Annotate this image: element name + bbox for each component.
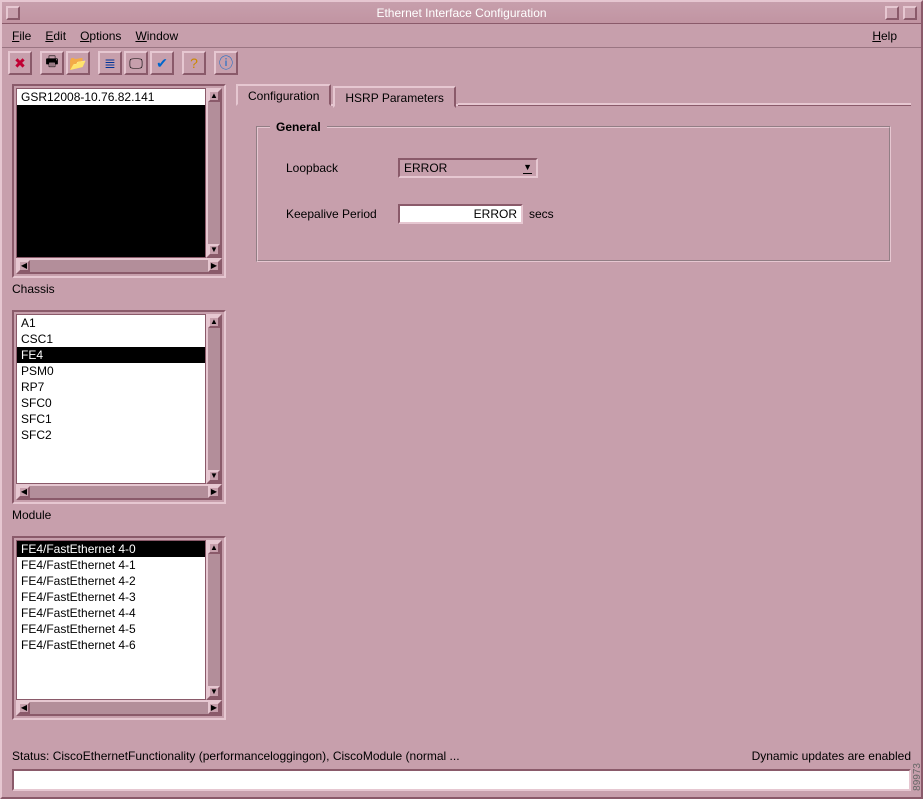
- menu-edit[interactable]: Edit: [45, 29, 66, 43]
- menu-window[interactable]: Window: [135, 29, 178, 43]
- toolbar-info-icon[interactable]: ⓘ: [214, 51, 238, 75]
- module-label: Module: [12, 508, 226, 522]
- interface-list[interactable]: FE4/FastEthernet 4-0FE4/FastEthernet 4-1…: [16, 540, 206, 700]
- list-item[interactable]: CSC1: [17, 331, 205, 347]
- keepalive-label: Keepalive Period: [278, 207, 398, 221]
- main-pane: Configuration HSRP Parameters General Lo…: [236, 84, 911, 741]
- app-window: Ethernet Interface Configuration File Ed…: [0, 0, 923, 799]
- list-item[interactable]: FE4/FastEthernet 4-6: [17, 637, 205, 653]
- status-updates: Dynamic updates are enabled: [752, 749, 911, 763]
- toolbar-monitor-icon[interactable]: 🖵: [124, 51, 148, 75]
- chassis-label: Chassis: [12, 282, 226, 296]
- toolbar-list-icon[interactable]: ≣: [98, 51, 122, 75]
- scrollbar-vertical[interactable]: ▲▼: [206, 314, 222, 484]
- interface-panel: FE4/FastEthernet 4-0FE4/FastEthernet 4-1…: [12, 536, 226, 720]
- list-item[interactable]: FE4/FastEthernet 4-2: [17, 573, 205, 589]
- menu-options[interactable]: Options: [80, 29, 121, 43]
- toolbar-check-icon[interactable]: ✔: [150, 51, 174, 75]
- tabs: Configuration HSRP Parameters: [236, 84, 911, 106]
- list-item[interactable]: FE4/FastEthernet 4-3: [17, 589, 205, 605]
- keepalive-field[interactable]: ERROR: [398, 204, 523, 224]
- scrollbar-vertical[interactable]: ▲▼: [206, 88, 222, 258]
- module-list[interactable]: A1CSC1FE4PSM0RP7SFC0SFC1SFC2: [16, 314, 206, 484]
- toolbar-exit-icon[interactable]: ✖: [8, 51, 32, 75]
- statusbar: Status: CiscoEthernetFunctionality (perf…: [2, 743, 921, 797]
- tab-hsrp[interactable]: HSRP Parameters: [333, 86, 455, 108]
- toolbar-help-icon[interactable]: ?: [182, 51, 206, 75]
- tab-configuration[interactable]: Configuration: [236, 84, 331, 106]
- status-text: Status: CiscoEthernetFunctionality (perf…: [12, 749, 752, 763]
- toolbar: ✖ 🖶 📂 ≣ 🖵 ✔ ? ⓘ: [2, 48, 921, 78]
- chevron-down-icon: ▼: [523, 162, 532, 174]
- list-item[interactable]: SFC2: [17, 427, 205, 443]
- list-item[interactable]: PSM0: [17, 363, 205, 379]
- window-menu-button[interactable]: [6, 6, 20, 20]
- image-code: 89973: [912, 763, 923, 791]
- loopback-dropdown[interactable]: ERROR ▼: [398, 158, 538, 178]
- chassis-list[interactable]: GSR12008-10.76.82.141: [16, 88, 206, 258]
- list-item[interactable]: SFC1: [17, 411, 205, 427]
- message-field[interactable]: [12, 769, 911, 791]
- general-group: General Loopback ERROR ▼ Keepalive Perio…: [256, 126, 891, 262]
- scrollbar-horizontal[interactable]: ◀▶: [16, 484, 222, 500]
- scrollbar-horizontal[interactable]: ◀▶: [16, 258, 222, 274]
- list-item[interactable]: RP7: [17, 379, 205, 395]
- titlebar: Ethernet Interface Configuration: [2, 2, 921, 24]
- toolbar-print-icon[interactable]: 🖶: [40, 51, 64, 75]
- menu-help[interactable]: Help: [872, 29, 897, 43]
- sidebar: GSR12008-10.76.82.141 ▲▼ ◀▶ Chassis A1CS…: [12, 84, 226, 741]
- loopback-value: ERROR: [404, 161, 447, 175]
- menu-file[interactable]: File: [12, 29, 31, 43]
- toolbar-open-icon[interactable]: 📂: [66, 51, 90, 75]
- list-item[interactable]: FE4/FastEthernet 4-5: [17, 621, 205, 637]
- scrollbar-vertical[interactable]: ▲▼: [206, 540, 222, 700]
- content: GSR12008-10.76.82.141 ▲▼ ◀▶ Chassis A1CS…: [2, 78, 921, 743]
- chassis-panel: GSR12008-10.76.82.141 ▲▼ ◀▶ Chassis: [12, 84, 226, 296]
- list-item[interactable]: A1: [17, 315, 205, 331]
- list-item[interactable]: FE4/FastEthernet 4-4: [17, 605, 205, 621]
- list-item[interactable]: FE4/FastEthernet 4-0: [17, 541, 205, 557]
- list-item[interactable]: GSR12008-10.76.82.141: [17, 89, 205, 105]
- list-item[interactable]: SFC0: [17, 395, 205, 411]
- maximize-button[interactable]: [903, 6, 917, 20]
- minimize-button[interactable]: [885, 6, 899, 20]
- menubar: File Edit Options Window Help: [2, 24, 921, 48]
- window-title: Ethernet Interface Configuration: [376, 6, 546, 20]
- scrollbar-horizontal[interactable]: ◀▶: [16, 700, 222, 716]
- list-item[interactable]: FE4: [17, 347, 205, 363]
- keepalive-value: ERROR: [474, 207, 517, 221]
- loopback-label: Loopback: [278, 161, 398, 175]
- tab-page: General Loopback ERROR ▼ Keepalive Perio…: [236, 106, 911, 282]
- keepalive-unit: secs: [529, 207, 554, 221]
- module-panel: A1CSC1FE4PSM0RP7SFC0SFC1SFC2 ▲▼ ◀▶ Modul…: [12, 310, 226, 522]
- general-legend: General: [270, 120, 327, 134]
- list-item[interactable]: FE4/FastEthernet 4-1: [17, 557, 205, 573]
